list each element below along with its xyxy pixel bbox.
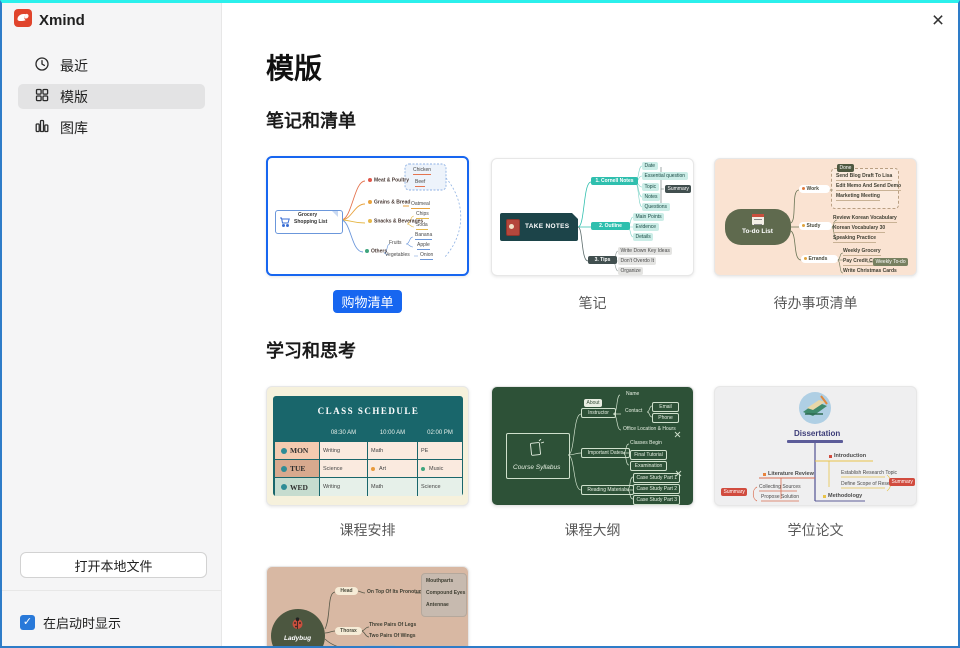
branch-topic: 1. Cornell Notes <box>591 177 638 185</box>
cart-icon <box>279 215 291 233</box>
card-label-notes: 笔记 <box>491 293 694 313</box>
sidebar-divider <box>2 590 221 591</box>
template-card-ladybug[interactable]: Ladybug Head On Top Of Its Pronotum Mout… <box>266 566 469 648</box>
sidebar-item-gallery[interactable]: 图库 <box>18 115 205 140</box>
schedule-table: CLASS SCHEDULE 08:30 AM 10:00 AM 02:00 P… <box>273 396 463 496</box>
branch-topic: Study <box>799 222 832 230</box>
todo-thumbnail: To-do List Work Done Send Blog Draft To … <box>715 159 914 275</box>
page-title: 模版 <box>266 47 322 87</box>
branch-label: Others <box>365 249 387 255</box>
fold-corner <box>572 213 578 219</box>
xmind-logo-icon <box>14 9 32 32</box>
syllabus-thumbnail: Course Syllabus Instructor About Name Co… <box>492 387 691 503</box>
section-heading-study-thinking: 学习和思考 <box>266 337 356 363</box>
branch-label: Grains & Bread <box>368 200 410 206</box>
branch-topic: Reading Materials <box>581 485 634 495</box>
branch-topic: 3. Tips <box>588 256 617 264</box>
branch-label: Literature Review <box>768 471 814 477</box>
clock-icon <box>34 56 50 75</box>
template-card-todo-list[interactable]: To-do List Work Done Send Blog Draft To … <box>714 158 917 276</box>
ladybug-icon <box>291 617 304 635</box>
sidebar-item-label: 最近 <box>60 56 88 76</box>
card-label-schedule: 课程安排 <box>266 520 469 540</box>
app-header: Xmind <box>14 9 85 32</box>
app-title: Xmind <box>39 12 85 29</box>
syllabus-book-icon <box>528 439 544 462</box>
music-cell: Music <box>418 460 462 477</box>
sidebar-item-label: 模版 <box>60 87 88 107</box>
templates-grid-icon <box>34 87 50 106</box>
shopping-list-thumbnail: Grocery Shopping List Meat & Poultry Chi… <box>268 158 467 274</box>
schedule-thumbnail: CLASS SCHEDULE 08:30 AM 10:00 AM 02:00 P… <box>267 387 466 503</box>
branch-topic: Errands <box>801 255 838 263</box>
sidebar: Xmind 最近 模版 <box>2 3 222 646</box>
sidebar-item-recent[interactable]: 最近 <box>18 53 205 78</box>
art-cell: Art <box>368 460 417 477</box>
branch-topic: Important Dates <box>581 448 630 458</box>
template-card-course-syllabus[interactable]: Course Syllabus Instructor About Name Co… <box>491 386 694 506</box>
branch-label: Introduction <box>834 453 866 459</box>
calendar-icon <box>752 214 764 225</box>
notebook-icon <box>506 219 520 236</box>
dissertation-illustration <box>797 390 833 431</box>
template-card-dissertation[interactable]: Dissertation Literature Review Collectin… <box>714 386 917 506</box>
show-on-startup-label: 在启动时显示 <box>43 613 121 632</box>
card-label-todo: 待办事项清单 <box>714 293 917 313</box>
sidebar-item-label: 图库 <box>60 118 88 138</box>
xmind-window: Xmind 最近 模版 <box>0 0 960 648</box>
branch-topic: 2. Outline <box>591 222 630 230</box>
notes-thumbnail: TAKE NOTES 1. Cornell Notes Date Essenti… <box>492 159 691 275</box>
gallery-bars-icon <box>34 118 50 137</box>
ladybug-thumbnail: Ladybug Head On Top Of Its Pronotum Mout… <box>267 567 466 648</box>
sidebar-item-templates[interactable]: 模版 <box>18 84 205 109</box>
show-on-startup-row: ✓ 在启动时显示 <box>20 613 121 632</box>
card-label-syllabus: 课程大纲 <box>491 520 694 540</box>
branch-label: Meat & Poultry <box>368 178 409 184</box>
dissertation-thumbnail: Dissertation Literature Review Collectin… <box>715 387 914 503</box>
branch-topic: Work <box>799 185 830 193</box>
section-heading-notes-lists: 笔记和清单 <box>266 107 356 133</box>
branch-topic: Instructor <box>581 408 616 418</box>
open-local-file-button[interactable]: 打开本地文件 <box>20 552 207 578</box>
template-card-shopping-list[interactable]: Grocery Shopping List Meat & Poultry Chi… <box>266 156 469 276</box>
schedule-title: CLASS SCHEDULE <box>275 398 462 423</box>
template-card-notes[interactable]: TAKE NOTES 1. Cornell Notes Date Essenti… <box>491 158 694 276</box>
show-on-startup-checkbox[interactable]: ✓ <box>20 615 35 630</box>
card-label-shopping: 购物清单 <box>266 290 469 313</box>
close-icon[interactable]: × <box>924 7 952 35</box>
template-card-class-schedule[interactable]: CLASS SCHEDULE 08:30 AM 10:00 AM 02:00 P… <box>266 386 469 506</box>
branch-topic: Thorax <box>335 627 362 635</box>
sidebar-nav: 最近 模版 图库 <box>18 53 205 146</box>
fold-corner <box>332 211 338 217</box>
branch-topic: Head <box>335 587 358 595</box>
title-bar <box>787 440 843 443</box>
card-label-dissertation: 学位论文 <box>714 520 917 540</box>
branch-label: Snacks & Beverages <box>368 219 423 225</box>
branch-label: Methodology <box>828 493 862 499</box>
